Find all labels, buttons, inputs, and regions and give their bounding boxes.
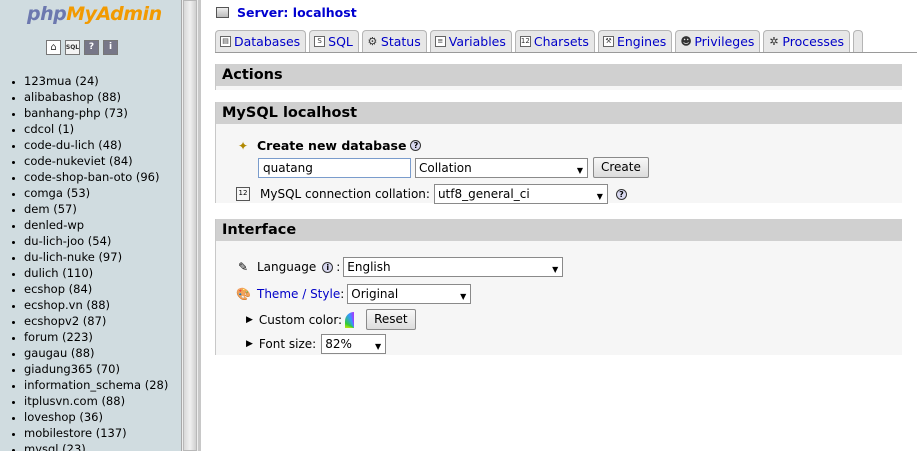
database-list-item[interactable]: cdcol (1)	[24, 121, 168, 137]
expand-arrow-icon[interactable]: ▶	[246, 339, 253, 349]
tab-sql[interactable]: S SQL	[309, 30, 359, 52]
interface-section: Interface ✎ Language i : English 🎨 Theme…	[215, 219, 902, 355]
database-list-item[interactable]: du-lich-joo (54)	[24, 233, 168, 249]
collation-icon: 12	[236, 187, 250, 201]
interface-heading: Interface	[216, 219, 902, 241]
logo-admin: Admin	[96, 3, 163, 25]
database-list-item[interactable]: mysql (23)	[24, 441, 168, 451]
sql-icon: S	[314, 36, 326, 47]
actions-heading: Actions	[216, 64, 902, 86]
left-icon-bar: ⌂ SQL ? i	[46, 40, 118, 55]
tab-charsets[interactable]: 12 Charsets	[514, 30, 595, 52]
logo-php: php	[27, 3, 67, 25]
database-list-item[interactable]: loveshop (36)	[24, 409, 168, 425]
phpmyadmin-logo[interactable]: phpMyAdmin	[27, 3, 162, 25]
database-list-item[interactable]: ecshopv2 (87)	[24, 313, 168, 329]
database-list-item[interactable]: giadung365 (70)	[24, 361, 168, 377]
processes-icon: ✲	[769, 35, 779, 48]
reset-button[interactable]: Reset	[366, 309, 416, 330]
language-row: ✎ Language i : English	[236, 257, 564, 278]
database-list-item[interactable]: forum (223)	[24, 329, 168, 345]
database-list-item[interactable]: banhang-php (73)	[24, 105, 168, 121]
logo-my: My	[66, 3, 97, 25]
database-list-item[interactable]: code-du-lich (48)	[24, 137, 168, 153]
mysql-heading: MySQL localhost	[216, 102, 902, 124]
sql-icon[interactable]: SQL	[65, 40, 80, 55]
theme-select[interactable]: Original	[347, 284, 472, 305]
create-button[interactable]: Create	[593, 157, 649, 178]
database-list-item[interactable]: ecshop (84)	[24, 281, 168, 297]
expand-arrow-icon[interactable]: ▶	[246, 315, 253, 325]
database-list-item[interactable]: 123mua (24)	[24, 73, 168, 89]
collation-select[interactable]: Collation	[415, 157, 588, 179]
database-list-item[interactable]: alibabashop (88)	[24, 89, 168, 105]
conn-collation-row: 12 MySQL connection collation: utf8_gene…	[236, 184, 627, 205]
actions-section: Actions	[215, 64, 902, 90]
custom-color-row: ▶ Custom color: Reset	[246, 309, 416, 330]
theme-row: 🎨 Theme / Style : Original	[236, 284, 472, 305]
engines-icon: ⚒	[602, 36, 614, 47]
font-size-row: ▶ Font size: 82%	[246, 334, 387, 355]
create-db-label: Create new database	[257, 138, 407, 153]
language-icon: ✎	[237, 260, 249, 274]
tab-overflow[interactable]	[853, 30, 864, 52]
home-icon[interactable]: ⌂	[46, 40, 61, 55]
tab-processes[interactable]: ✲ Processes	[763, 30, 851, 52]
database-list-item[interactable]: itplusvn.com (88)	[24, 393, 168, 409]
language-label: Language	[257, 260, 317, 274]
create-db-form: quatang Collation Create	[258, 157, 649, 179]
database-list-item[interactable]: dem (57)	[24, 201, 168, 217]
conn-collation-label: MySQL connection collation:	[260, 187, 430, 201]
server-link[interactable]: Server: localhost	[237, 5, 357, 20]
main-frame: Server: localhost ▤ Databases S SQL ⚙ St…	[201, 0, 917, 451]
database-list-item[interactable]: code-nukeviet (84)	[24, 153, 168, 169]
tab-variables[interactable]: ≡ Variables	[429, 30, 512, 52]
create-db-row: ✦ Create new database ?	[236, 138, 422, 153]
tab-privileges[interactable]: ☻ Privileges	[675, 30, 761, 52]
database-list-item[interactable]: code-shop-ban-oto (96)	[24, 169, 168, 185]
database-list-item[interactable]: dulich (110)	[24, 265, 168, 281]
database-list-item[interactable]: denled-wp	[24, 217, 168, 233]
database-list: 123mua (24) alibabashop (88) banhang-php…	[0, 73, 168, 451]
database-list-item[interactable]: comga (53)	[24, 185, 168, 201]
database-list-item[interactable]: mobilestore (137)	[24, 425, 168, 441]
theme-link[interactable]: Theme / Style	[257, 287, 340, 301]
mysql-section: MySQL localhost ✦ Create new database ? …	[215, 102, 902, 205]
help-icon[interactable]: ?	[84, 40, 99, 55]
server-icon	[216, 7, 229, 18]
left-scrollbar-thumb[interactable]	[183, 0, 197, 451]
language-select[interactable]: English	[343, 257, 564, 278]
color-picker-icon[interactable]	[345, 311, 364, 328]
database-list-item[interactable]: gaugau (88)	[24, 345, 168, 361]
tab-underline	[215, 52, 917, 53]
database-list-item[interactable]: du-lich-nuke (97)	[24, 249, 168, 265]
server-tabs: ▤ Databases S SQL ⚙ Status ≡ Variables 1…	[215, 30, 864, 52]
tab-databases[interactable]: ▤ Databases	[215, 30, 307, 52]
server-breadcrumb: Server: localhost	[216, 5, 357, 20]
database-list-item[interactable]: information_schema (28)	[24, 377, 168, 393]
font-size-select[interactable]: 82%	[321, 334, 387, 355]
privileges-icon: ☻	[680, 35, 692, 48]
palette-icon: 🎨	[236, 287, 251, 301]
help-icon[interactable]: ?	[615, 188, 627, 200]
conn-collation-select[interactable]: utf8_general_ci	[433, 184, 608, 205]
charsets-icon: 12	[519, 36, 531, 47]
variables-icon: ≡	[434, 36, 446, 47]
tab-status[interactable]: ⚙ Status	[361, 30, 427, 52]
database-name-input[interactable]: quatang	[258, 157, 411, 178]
info-icon[interactable]: i	[322, 261, 334, 273]
tab-engines[interactable]: ⚒ Engines	[597, 30, 673, 52]
help-icon[interactable]: ?	[410, 140, 422, 151]
custom-color-label: Custom color:	[258, 312, 343, 327]
font-size-label: Font size:	[258, 337, 317, 351]
new-database-icon: ✦	[237, 138, 249, 153]
database-list-item[interactable]: ecshop.vn (88)	[24, 297, 168, 313]
docs-icon[interactable]: i	[103, 40, 118, 55]
left-frame: phpMyAdmin ⌂ SQL ? i 123mua (24) alibaba…	[0, 0, 181, 451]
status-icon: ⚙	[367, 35, 378, 48]
databases-icon: ▤	[220, 36, 231, 47]
